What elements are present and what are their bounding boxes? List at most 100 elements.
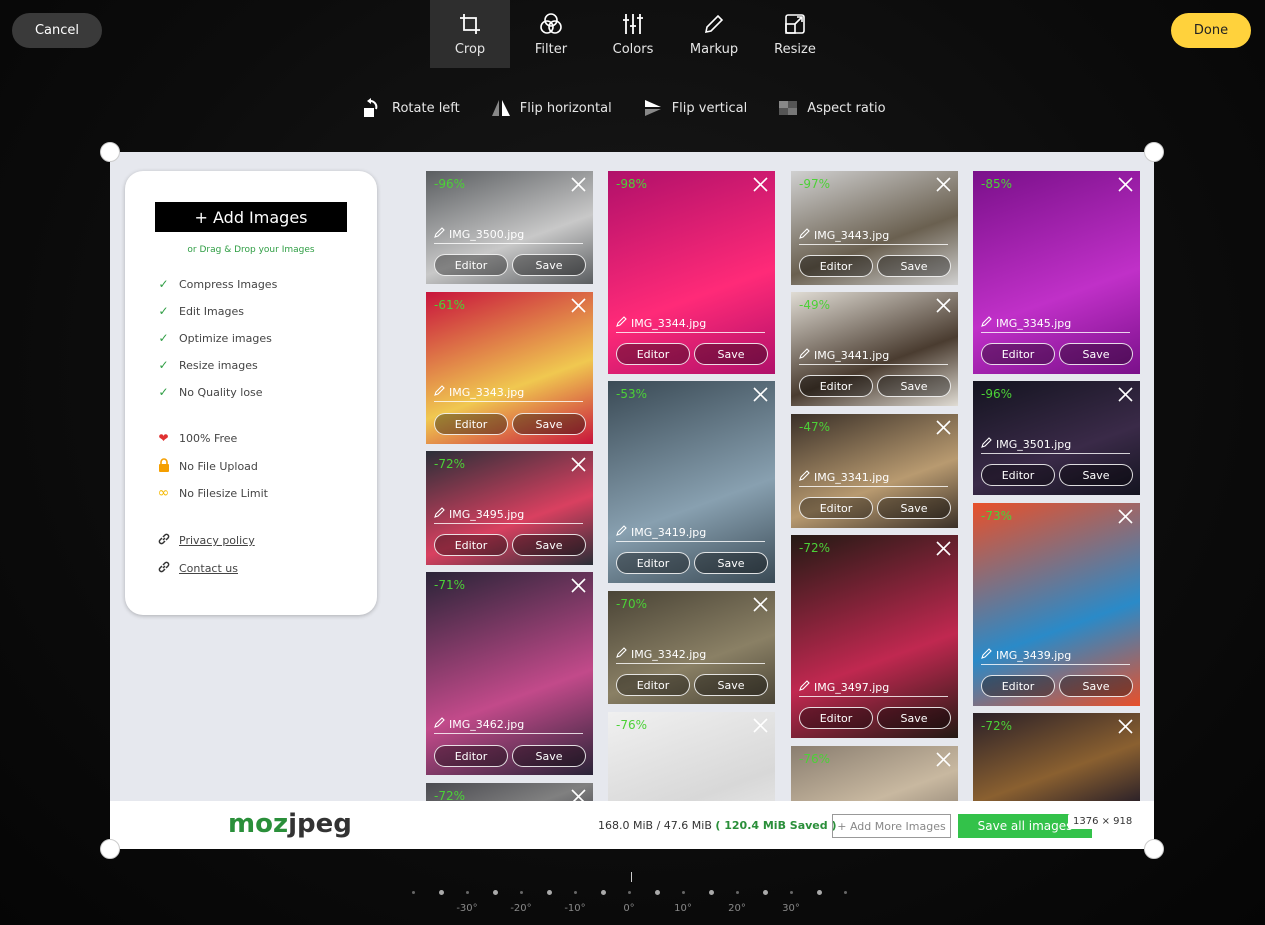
crop-handle-bottom-left[interactable] (100, 839, 120, 859)
close-icon[interactable] (752, 176, 769, 193)
pen-icon (616, 647, 627, 661)
editor-button[interactable]: Editor (434, 254, 508, 276)
tab-markup[interactable]: Markup (674, 0, 754, 68)
pen-icon (799, 470, 810, 484)
image-card[interactable]: -71% IMG_3462.jpg Editor Save (426, 572, 593, 775)
compression-percent: -76% (799, 752, 831, 766)
image-card[interactable]: -72% IMG_3497.jpg Editor Save (791, 535, 958, 738)
editor-button[interactable]: Editor (799, 707, 873, 729)
save-button[interactable]: Save (877, 707, 951, 729)
filter-icon (540, 12, 562, 34)
done-button[interactable]: Done (1171, 13, 1251, 48)
save-button[interactable]: Save (877, 375, 951, 397)
save-button[interactable]: Save (694, 552, 768, 574)
save-button[interactable]: Save (512, 254, 586, 276)
editor-button[interactable]: Editor (981, 675, 1055, 697)
crop-canvas[interactable]: + Add Images or Drag & Drop your Images … (110, 152, 1154, 849)
close-icon[interactable] (752, 717, 769, 734)
feature-item: ✓ Resize images (156, 358, 257, 372)
editor-button[interactable]: Editor (434, 413, 508, 435)
save-button[interactable]: Save (512, 745, 586, 767)
aspect-ratio-button[interactable]: Aspect ratio (777, 97, 886, 119)
rotation-dial[interactable]: -30° -20° -10° 0° 10° 20° 30° (410, 870, 860, 920)
compression-percent: -47% (799, 420, 831, 434)
image-card[interactable]: -96% IMG_3500.jpg Editor Save (426, 171, 593, 284)
add-more-images-button[interactable]: + Add More Images (832, 814, 951, 838)
close-icon[interactable] (570, 577, 587, 594)
save-button[interactable]: Save (694, 674, 768, 696)
save-button[interactable]: Save (1059, 675, 1133, 697)
editor-button[interactable]: Editor (616, 343, 690, 365)
save-button[interactable]: Save (694, 343, 768, 365)
image-card[interactable]: -70% IMG_3342.jpg Editor Save (608, 591, 775, 704)
crop-icon (460, 13, 480, 34)
editor-button[interactable]: Editor (981, 343, 1055, 365)
rotate-left-button[interactable]: Rotate left (362, 97, 460, 119)
compression-percent: -97% (799, 177, 831, 191)
save-button[interactable]: Save (877, 255, 951, 277)
editor-button[interactable]: Editor (434, 745, 508, 767)
save-button[interactable]: Save (512, 534, 586, 556)
tab-crop-label: Crop (454, 41, 486, 57)
add-images-button[interactable]: + Add Images (155, 202, 347, 232)
editor-button[interactable]: Editor (799, 255, 873, 277)
close-icon[interactable] (1117, 386, 1134, 403)
close-icon[interactable] (935, 419, 952, 436)
save-button[interactable]: Save (1059, 464, 1133, 486)
image-card[interactable]: -49% IMG_3441.jpg Editor Save (791, 292, 958, 406)
crop-handle-top-right[interactable] (1144, 142, 1164, 162)
tab-colors[interactable]: Colors (592, 0, 674, 68)
close-icon[interactable] (1117, 718, 1134, 735)
close-icon[interactable] (935, 176, 952, 193)
editor-button[interactable]: Editor (981, 464, 1055, 486)
editor-button[interactable]: Editor (799, 497, 873, 519)
privacy-policy-link[interactable]: Privacy policy (156, 532, 255, 549)
editor-button[interactable]: Editor (616, 674, 690, 696)
compression-percent: -85% (981, 177, 1013, 191)
file-name-label: IMG_3441.jpg (814, 348, 890, 362)
feature-label: Compress Images (179, 277, 278, 291)
image-card[interactable]: -47% IMG_3341.jpg Editor Save (791, 414, 958, 528)
file-name: IMG_3497.jpg (799, 680, 948, 697)
editor-button[interactable]: Editor (616, 552, 690, 574)
image-card[interactable]: -72% IMG_3495.jpg Editor Save (426, 451, 593, 565)
tab-crop[interactable]: Crop (430, 0, 510, 68)
close-icon[interactable] (935, 297, 952, 314)
file-name: IMG_3462.jpg (434, 717, 583, 734)
image-card[interactable]: -61% IMG_3343.jpg Editor Save (426, 292, 593, 444)
flip-vertical-button[interactable]: Flip vertical (642, 97, 747, 119)
close-icon[interactable] (752, 596, 769, 613)
close-icon[interactable] (1117, 176, 1134, 193)
crop-handle-top-left[interactable] (100, 142, 120, 162)
editor-button[interactable]: Editor (434, 534, 508, 556)
close-icon[interactable] (570, 297, 587, 314)
close-icon[interactable] (570, 456, 587, 473)
image-card[interactable]: -72% (973, 713, 1140, 803)
editor-button[interactable]: Editor (799, 375, 873, 397)
rotate-left-label: Rotate left (392, 100, 460, 116)
dial-tick (709, 890, 714, 895)
cancel-button[interactable]: Cancel (12, 13, 102, 48)
contact-us-label[interactable]: Contact us (179, 562, 238, 575)
image-card[interactable]: -98% IMG_3344.jpg Editor Save (608, 171, 775, 374)
image-card[interactable]: -73% IMG_3439.jpg Editor Save (973, 503, 1140, 706)
image-card[interactable]: -97% IMG_3443.jpg Editor Save (791, 171, 958, 285)
save-button[interactable]: Save (1059, 343, 1133, 365)
close-icon[interactable] (935, 751, 952, 768)
dial-tick (412, 891, 415, 894)
close-icon[interactable] (570, 176, 587, 193)
close-icon[interactable] (1117, 508, 1134, 525)
close-icon[interactable] (752, 386, 769, 403)
close-icon[interactable] (935, 540, 952, 557)
tab-filter[interactable]: Filter (510, 0, 592, 68)
image-card[interactable]: -96% IMG_3501.jpg Editor Save (973, 381, 1140, 495)
save-button[interactable]: Save (877, 497, 951, 519)
tab-resize[interactable]: Resize (754, 0, 836, 68)
flip-horizontal-button[interactable]: Flip horizontal (490, 97, 612, 119)
privacy-policy-label[interactable]: Privacy policy (179, 534, 255, 547)
contact-us-link[interactable]: Contact us (156, 560, 238, 577)
crop-handle-bottom-right[interactable] (1144, 839, 1164, 859)
image-card[interactable]: -85% IMG_3345.jpg Editor Save (973, 171, 1140, 374)
save-button[interactable]: Save (512, 413, 586, 435)
image-card[interactable]: -53% IMG_3419.jpg Editor Save (608, 381, 775, 583)
